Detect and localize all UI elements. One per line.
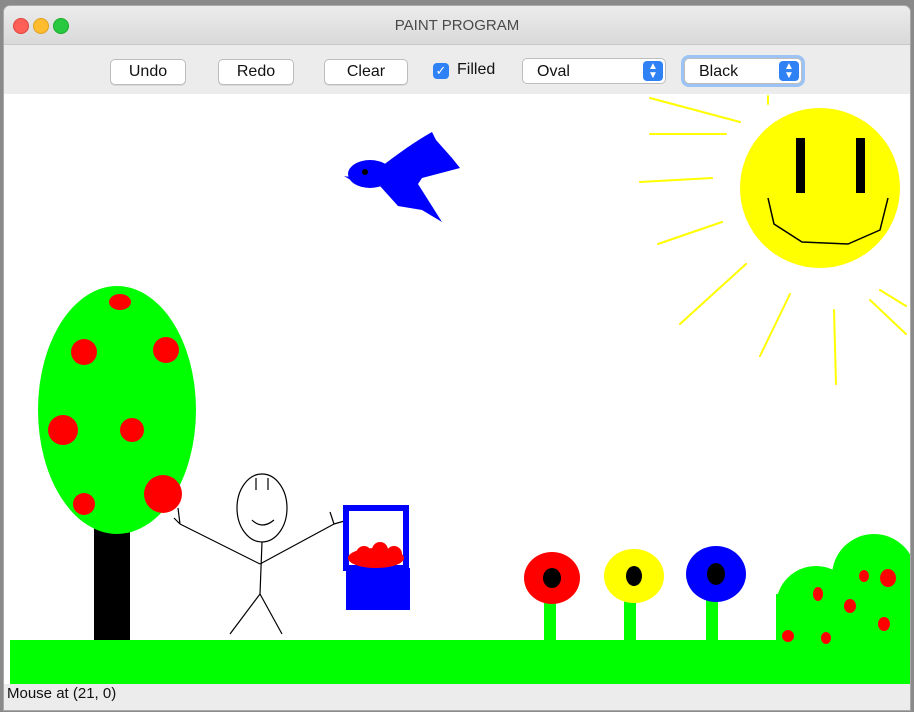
select-arrows-icon: ▲ ▼ [643,61,663,81]
shape-select[interactable]: Oval ▲ ▼ [522,58,666,84]
redo-button[interactable]: Redo [218,59,294,85]
bird [344,132,460,222]
sun [740,108,900,268]
undo-button[interactable]: Undo [110,59,186,85]
color-select[interactable]: Black ▲ ▼ [684,58,802,84]
filled-label: Filled [457,61,496,78]
drawing-canvas[interactable] [4,94,910,684]
tree-trunk [94,520,130,640]
sun-right-eye [856,138,865,193]
bush [776,534,910,646]
drawing [10,95,910,684]
ground-rect [10,640,910,684]
blue-flower [686,546,746,640]
toolbar: Undo Redo Clear ✓ Filled Oval ▲ ▼ Black ▲… [4,45,910,94]
stick-figure [173,473,349,635]
clear-button[interactable]: Clear [324,59,408,85]
title-bar: PAINT PROGRAM [4,6,910,45]
paint-window: PAINT PROGRAM Undo Redo Clear ✓ Filled O… [4,6,910,710]
red-flower [524,552,580,640]
checkmark-icon: ✓ [435,63,447,78]
select-arrows-icon: ▲ ▼ [779,61,799,81]
basket [343,505,410,610]
filled-checkbox[interactable]: ✓ [433,63,449,79]
bird-eye [362,169,368,175]
yellow-flower [604,549,664,640]
color-select-value: Black [699,63,739,80]
mouse-position-text: Mouse at (21, 0) [7,685,117,702]
window-title: PAINT PROGRAM [394,17,520,34]
shape-select-value: Oval [537,63,570,80]
status-bar: Mouse at (21, 0) [4,684,910,710]
sun-left-eye [796,138,805,193]
